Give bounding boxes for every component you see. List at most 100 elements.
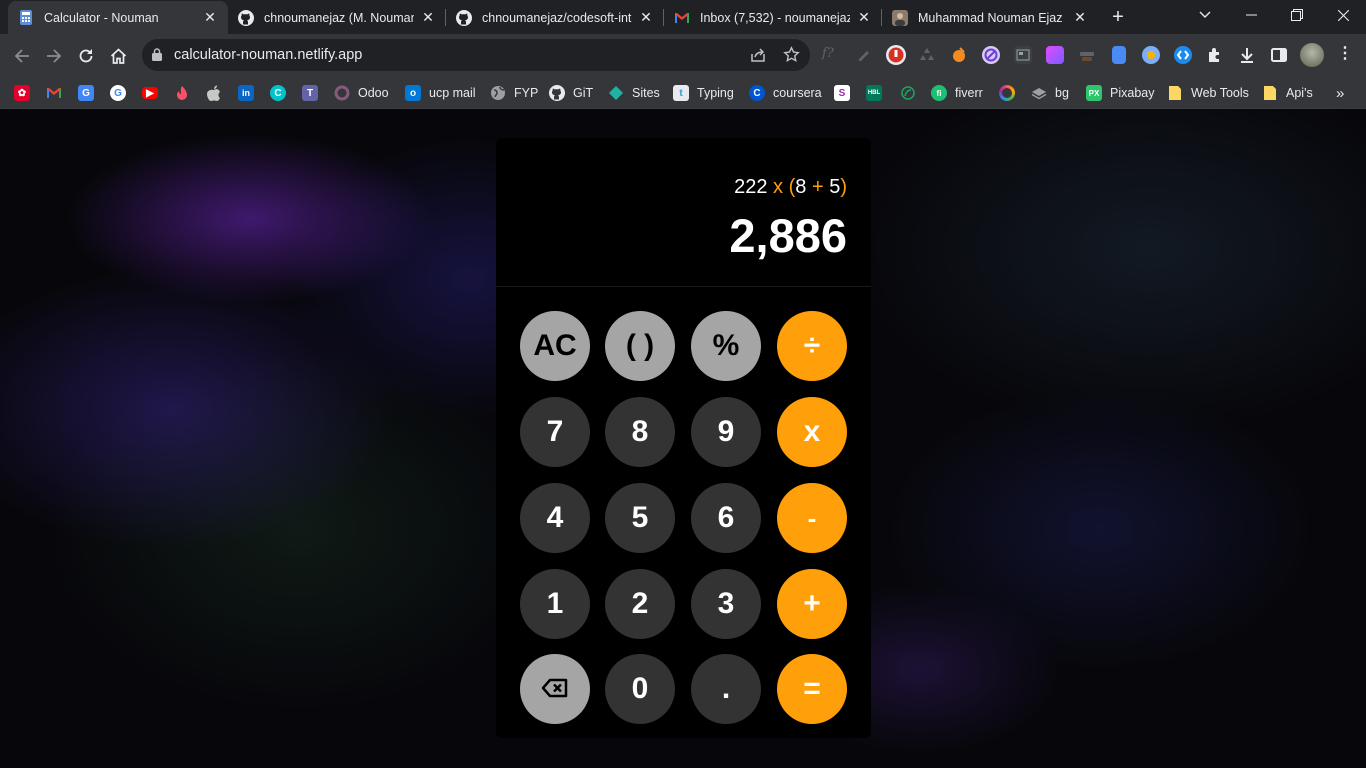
tab-github-profile[interactable]: chnoumanejaz (M. Nouman E ✕ <box>228 1 446 34</box>
download-icon[interactable] <box>1238 46 1256 64</box>
digit-9-button[interactable]: 9 <box>691 397 761 467</box>
lock-icon[interactable] <box>152 48 162 66</box>
recycle-extension-icon[interactable] <box>918 46 936 64</box>
digit-2-button[interactable]: 2 <box>605 569 675 639</box>
tab-profile[interactable]: Muhammad Nouman Ejaz ✕ <box>882 1 1098 34</box>
bookmark-pixabay[interactable]: PX Pixabay <box>1086 82 1154 104</box>
bookmark-leaf[interactable] <box>900 82 916 104</box>
docs-extension-icon[interactable] <box>1112 46 1126 64</box>
bookmark-linkedin[interactable]: in <box>238 82 254 104</box>
digit-4-button[interactable]: 4 <box>520 483 590 553</box>
adblock-icon[interactable] <box>886 45 906 65</box>
bookmark-translate[interactable]: G <box>78 82 94 104</box>
minimize-button[interactable] <box>1228 0 1274 30</box>
forward-arrow-icon[interactable] <box>41 43 67 69</box>
all-clear-button[interactable]: AC <box>520 311 590 381</box>
extensions-puzzle-icon[interactable] <box>1206 46 1224 64</box>
bookmark-skillshare[interactable]: S <box>834 82 850 104</box>
bookmark-git[interactable]: GiT <box>549 82 593 104</box>
bookmark-color-wheel[interactable] <box>999 82 1015 104</box>
tab-calculator[interactable]: Calculator - Nouman ✕ <box>8 1 228 34</box>
bookmark-huawei[interactable]: ✿ <box>14 82 30 104</box>
calculator-display: 222 x (8 + 5) 2,886 <box>496 138 871 287</box>
bookmark-label: fiverr <box>955 86 983 100</box>
bookmark-ucp-mail[interactable]: o ucp mail <box>405 82 476 104</box>
bookmark-youtube[interactable]: ▶ <box>142 82 158 104</box>
bookmark-tinder[interactable] <box>174 82 190 104</box>
subtract-button[interactable]: - <box>777 483 847 553</box>
canva-icon: C <box>270 85 286 101</box>
folder-icon <box>1167 85 1183 101</box>
vpn-extension-icon[interactable] <box>1142 46 1160 64</box>
bookmark-sites[interactable]: Sites <box>608 82 660 104</box>
new-tab-button[interactable]: + <box>1106 6 1130 28</box>
side-panel-icon[interactable] <box>1270 46 1288 64</box>
github-icon <box>456 9 472 26</box>
screen-extension-icon[interactable] <box>1014 46 1032 64</box>
multiply-button[interactable]: x <box>777 397 847 467</box>
close-window-button[interactable] <box>1320 0 1366 30</box>
menu-kebab-icon[interactable]: ⋮ <box>1336 46 1354 64</box>
bookmark-canva[interactable]: C <box>270 82 286 104</box>
digit-3-button[interactable]: 3 <box>691 569 761 639</box>
close-icon[interactable]: ✕ <box>638 9 654 26</box>
bookmark-fiverr[interactable]: fi fiverr <box>931 82 983 104</box>
home-icon[interactable] <box>105 43 131 69</box>
bookmark-typing[interactable]: t Typing <box>673 82 734 104</box>
pen-extension-icon[interactable] <box>856 46 874 64</box>
bookmark-coursera[interactable]: Ccoursera <box>749 82 822 104</box>
url-text: calculator-nouman.netlify.app <box>174 47 363 63</box>
tab-gmail-inbox[interactable]: Inbox (7,532) - noumanejaz9 ✕ <box>664 1 882 34</box>
address-bar[interactable]: calculator-nouman.netlify.app <box>142 39 810 71</box>
digit-7-button[interactable]: 7 <box>520 397 590 467</box>
bookmark-gmail[interactable] <box>46 82 62 104</box>
bookmark-label: ucp mail <box>429 86 476 100</box>
tab-title: Muhammad Nouman Ejaz <box>918 10 1063 25</box>
shazam-extension-icon[interactable] <box>1174 46 1192 64</box>
tab-github-repo[interactable]: chnoumanejaz/codesoft-inte ✕ <box>446 1 664 34</box>
digit-0-button[interactable]: 0 <box>605 654 675 724</box>
parentheses-button[interactable]: ( ) <box>605 311 675 381</box>
equals-button[interactable]: = <box>777 654 847 724</box>
backspace-button[interactable] <box>520 654 590 724</box>
close-icon[interactable]: ✕ <box>202 9 218 26</box>
close-icon[interactable]: ✕ <box>420 9 436 26</box>
formula-extension-icon[interactable]: f? <box>822 46 844 64</box>
bookmark-hbl[interactable]: HBL <box>866 82 882 104</box>
bookmark-fyp[interactable]: FYP <box>490 82 538 104</box>
huawei-icon: ✿ <box>14 85 30 101</box>
bookmark-teams[interactable]: T <box>302 82 318 104</box>
restore-button[interactable] <box>1274 0 1320 30</box>
more-bookmarks-chevron-icon[interactable]: » <box>1336 82 1344 104</box>
digit-5-button[interactable]: 5 <box>605 483 675 553</box>
bookmark-bg[interactable]: bg <box>1031 82 1069 104</box>
share-icon[interactable] <box>750 47 766 68</box>
close-icon[interactable]: ✕ <box>1072 9 1088 26</box>
bookmark-odoo[interactable]: Odoo <box>334 82 389 104</box>
digit-6-button[interactable]: 6 <box>691 483 761 553</box>
bookmark-folder-web-tools[interactable]: Web Tools <box>1167 82 1249 104</box>
bookmark-star-icon[interactable] <box>783 46 800 68</box>
tab-search-chevron-icon[interactable] <box>1182 0 1228 30</box>
wave-extension-icon[interactable] <box>950 46 968 64</box>
bookmark-apple[interactable] <box>206 82 222 104</box>
profile-avatar[interactable] <box>1300 43 1324 67</box>
back-arrow-icon[interactable] <box>9 43 35 69</box>
tab-title: chnoumanejaz (M. Nouman E <box>264 10 414 25</box>
add-button[interactable]: + <box>777 569 847 639</box>
reload-icon[interactable] <box>73 43 99 69</box>
close-icon[interactable]: ✕ <box>856 9 872 26</box>
bookmark-google[interactable]: G <box>110 82 126 104</box>
block-extension-icon[interactable] <box>982 46 1000 64</box>
teams-icon: T <box>302 85 318 101</box>
digit-8-button[interactable]: 8 <box>605 397 675 467</box>
gmail-icon <box>674 10 690 26</box>
spy-extension-icon[interactable] <box>1078 46 1096 64</box>
percent-button[interactable]: % <box>691 311 761 381</box>
bookmark-label: Api's <box>1286 86 1313 100</box>
divide-button[interactable]: ÷ <box>777 311 847 381</box>
bookmark-folder-apis[interactable]: Api's <box>1262 82 1313 104</box>
color-picker-extension-icon[interactable] <box>1046 46 1064 64</box>
digit-1-button[interactable]: 1 <box>520 569 590 639</box>
decimal-button[interactable]: . <box>691 654 761 724</box>
